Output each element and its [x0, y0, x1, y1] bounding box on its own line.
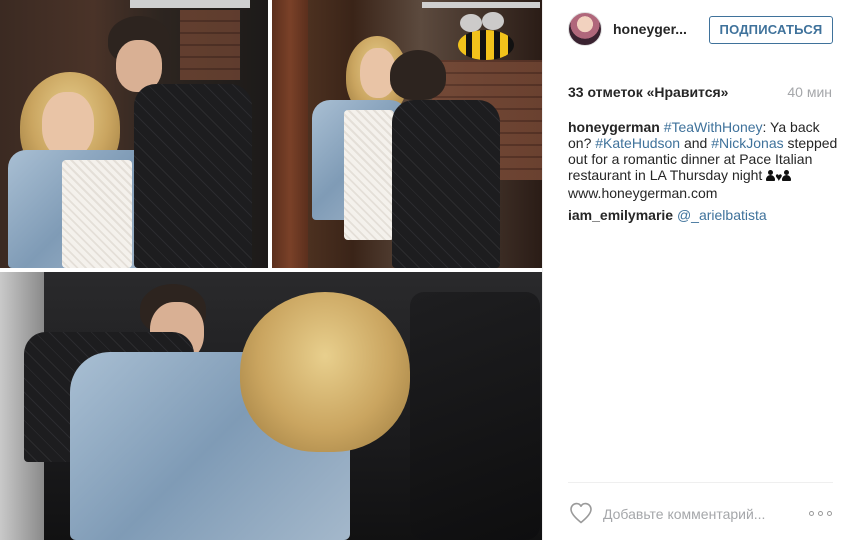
bee-wing [482, 12, 504, 30]
more-options-icon[interactable] [809, 503, 835, 523]
avatar[interactable] [568, 12, 602, 46]
caption-text: www.honeygerman.com [568, 185, 718, 201]
post-details-panel: honeyger... ПОДПИСАТЬСЯ 33 отметок «Нрав… [542, 0, 847, 540]
hashtag-link[interactable]: #TeaWithHoney [664, 119, 763, 135]
divider [568, 482, 833, 483]
caption-text: and [680, 135, 712, 151]
shelf [422, 2, 540, 8]
lace-top [62, 160, 132, 268]
comment-username-link[interactable]: iam_emilymarie [568, 207, 673, 223]
hashtag-link[interactable]: #KateHudson [595, 135, 680, 151]
car-seat [410, 292, 540, 540]
person-silhouette-icon [766, 170, 776, 181]
shelf [130, 0, 250, 8]
comment-bar [543, 495, 847, 535]
username-link[interactable]: honeyger... [613, 21, 687, 37]
black-heart-icon: ♥ [775, 170, 783, 184]
door [272, 0, 308, 268]
comment-item: iam_emilymarie @_arielbatista [568, 207, 767, 223]
bee-wing [460, 14, 482, 32]
comment-input[interactable] [603, 503, 803, 525]
post-header: honeyger... ПОДПИСАТЬСЯ [543, 0, 847, 60]
post-timestamp[interactable]: 40 мин [787, 84, 832, 100]
post-caption: honeygerman #TeaWithHoney: Ya back on? #… [568, 119, 838, 201]
follow-button[interactable]: ПОДПИСАТЬСЯ [709, 16, 833, 44]
hashtag-link[interactable]: #NickJonas [711, 135, 783, 151]
collage-photo-3 [0, 272, 542, 540]
brick-wall [180, 10, 240, 80]
mention-link[interactable]: @_arielbatista [677, 207, 767, 223]
collage-photo-1 [0, 0, 268, 268]
leather-jacket [392, 100, 500, 268]
heart-icon[interactable] [568, 501, 594, 525]
lace-top [344, 110, 394, 240]
bee-decoration [458, 30, 514, 60]
woman-hair [240, 292, 410, 452]
person-silhouette-icon [782, 170, 792, 181]
man-hair [390, 50, 446, 100]
collage-photo-2 [272, 0, 542, 268]
likes-count[interactable]: 33 отметок «Нравится» [568, 84, 728, 100]
caption-author-link[interactable]: honeygerman [568, 119, 660, 135]
leather-jacket [134, 84, 252, 268]
woman-face [42, 92, 94, 158]
post-media[interactable] [0, 0, 542, 540]
